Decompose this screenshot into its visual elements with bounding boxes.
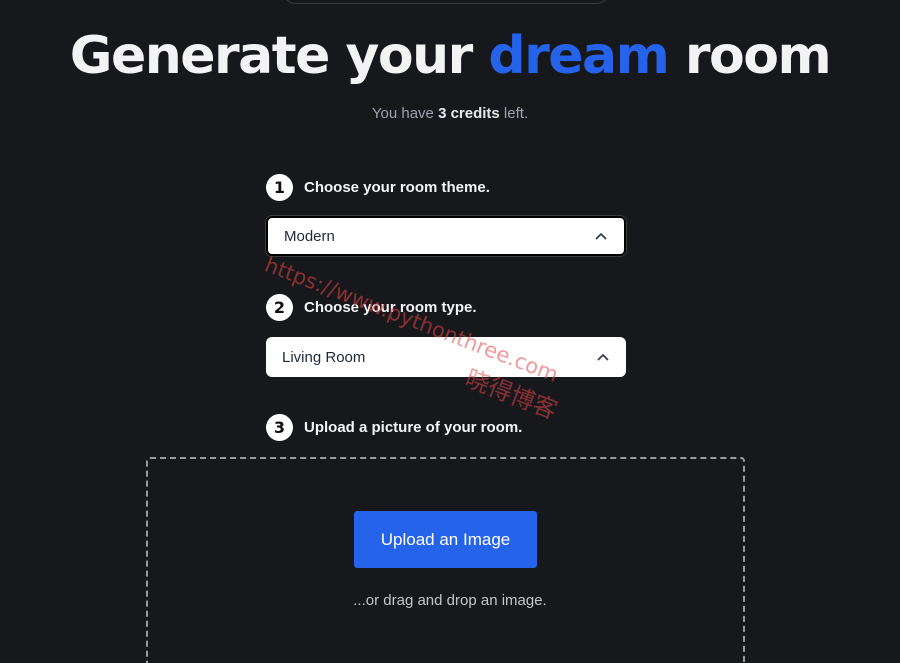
page: Generate your dream room You have 3 cred… [0,0,900,663]
room-theme-select[interactable]: Modern [266,216,626,256]
credits-count: 3 credits [438,105,500,122]
title-accent: dream [488,26,669,86]
step-2-label: Choose your room type. [304,299,477,316]
step-3-number: 3 [266,414,293,441]
room-type-value: Living Room [282,348,366,366]
credits-text: You have 3 credits left. [0,105,900,122]
step-1-number: 1 [266,174,293,201]
chevron-up-icon [596,350,610,364]
title-post: room [668,26,832,86]
title-pre: Generate your [69,26,489,86]
room-theme-value: Modern [284,227,335,245]
drag-drop-hint: ...or drag and drop an image. [353,592,547,609]
step-2-number: 2 [266,294,293,321]
upload-image-button[interactable]: Upload an Image [354,511,537,568]
page-title: Generate your dream room [0,26,900,86]
step-1-label: Choose your room theme. [304,179,490,196]
chevron-up-icon [594,229,608,243]
step-3-label: Upload a picture of your room. [304,419,523,436]
step-3: 3 Upload a picture of your room. [266,414,522,441]
step-1: 1 Choose your room theme. [266,174,490,201]
credits-pre: You have [371,105,439,122]
credits-post: left. [499,105,529,122]
room-type-select[interactable]: Living Room [266,337,626,377]
step-2: 2 Choose your room type. [266,294,477,321]
top-pill[interactable] [282,0,610,4]
